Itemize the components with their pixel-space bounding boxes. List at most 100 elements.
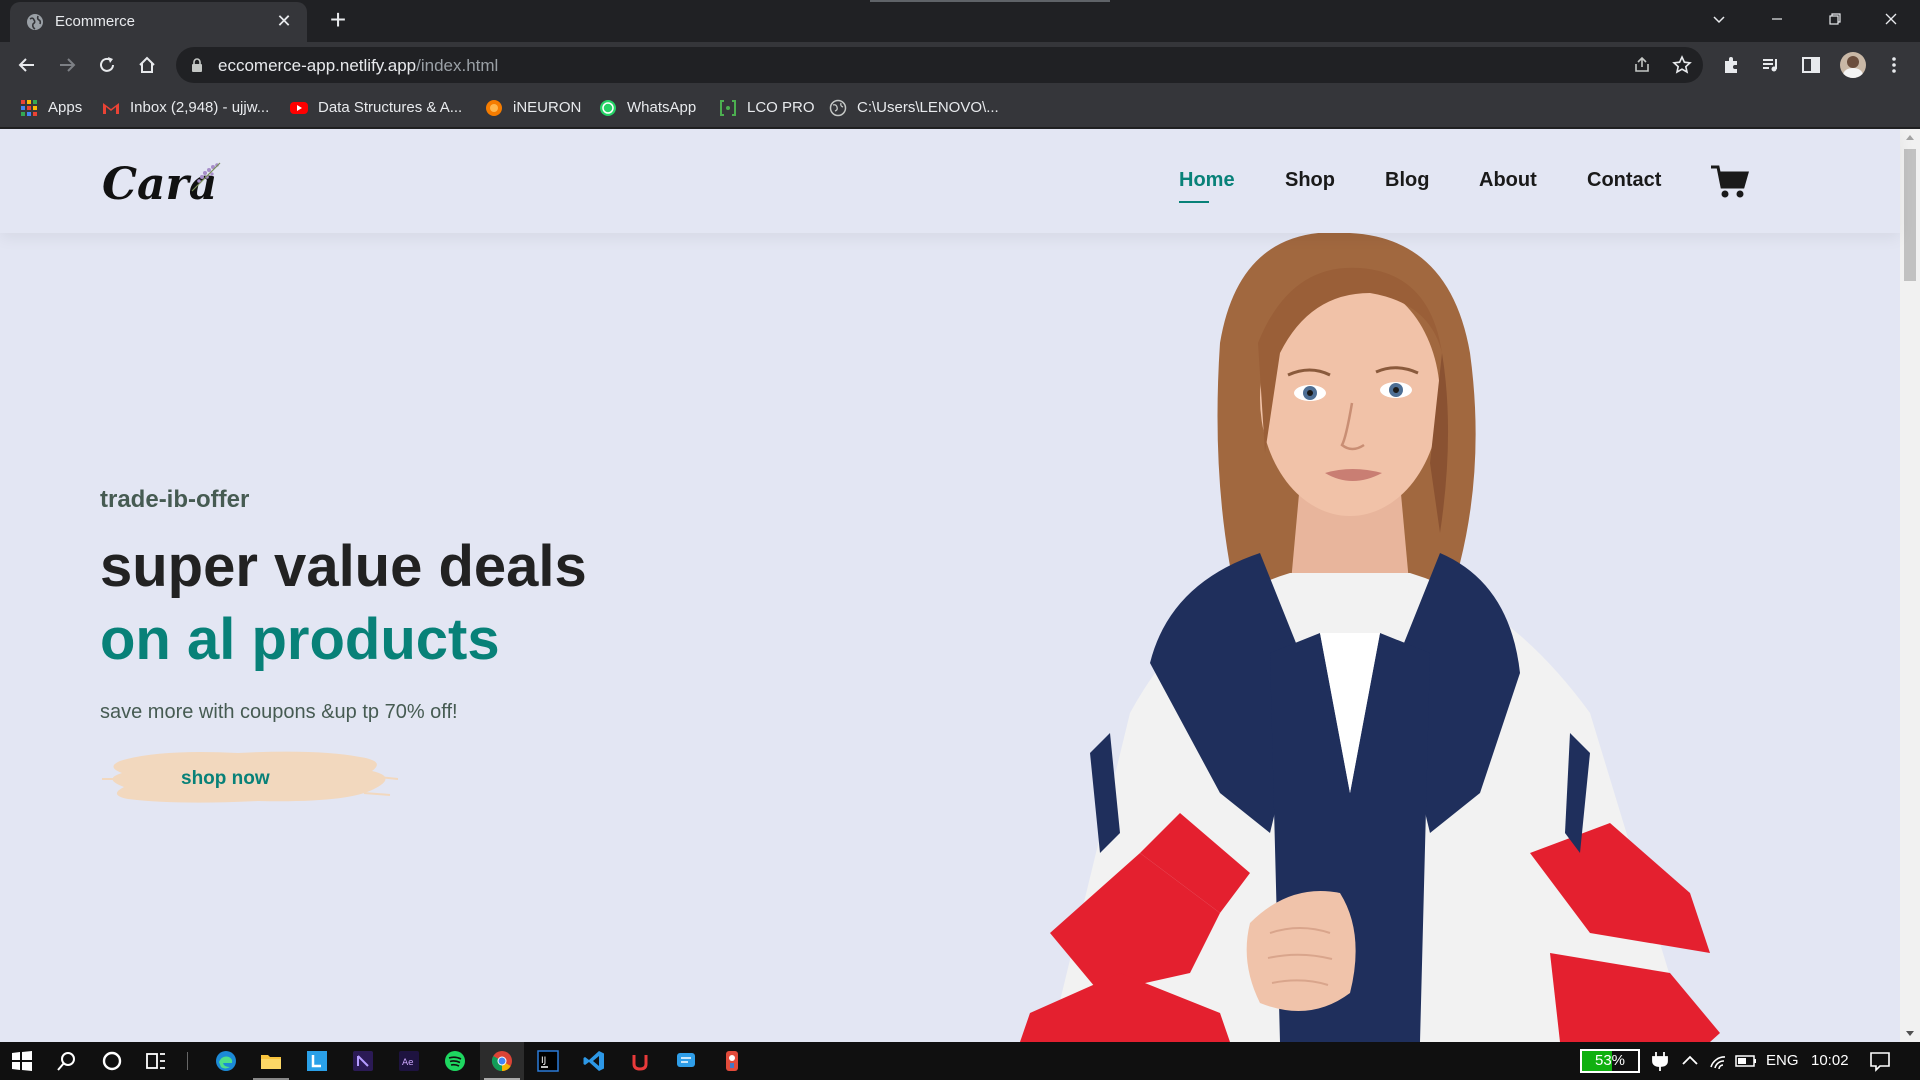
bookmark-label: iNEURON <box>513 99 582 116</box>
battery-icon[interactable] <box>1734 1049 1758 1073</box>
bookmark-label: LCO PRO <box>747 99 815 116</box>
hero-description: save more with coupons &up tp 70% off! <box>100 701 458 723</box>
battery-percent: 53% <box>1594 1052 1626 1069</box>
tab-search-icon[interactable] <box>1690 0 1748 38</box>
chevron-up-icon[interactable] <box>1678 1049 1702 1073</box>
browser-toolbar: eccomerce-app.netlify.app/index.html <box>0 42 1920 88</box>
bookmark-label: C:\Users\LENOVO\... <box>857 99 999 116</box>
windows-taskbar: Ae IJ 53% ENG 10:02 <box>0 1042 1920 1080</box>
bookmark-label: Data Structures & A... <box>318 99 463 116</box>
page-scrollbar[interactable] <box>1900 129 1920 1042</box>
edge-icon[interactable] <box>214 1049 238 1073</box>
gmail-icon <box>103 103 119 114</box>
vscode-icon[interactable] <box>582 1049 606 1073</box>
battery-indicator[interactable]: 53% <box>1580 1049 1640 1073</box>
arrow-left-icon <box>18 58 34 72</box>
minimize-button[interactable] <box>1748 0 1806 38</box>
youtube-icon <box>290 102 308 114</box>
language-indicator[interactable]: ENG <box>1766 1052 1799 1069</box>
globe-icon <box>829 99 847 117</box>
lco-icon <box>720 100 736 116</box>
whatsapp-icon <box>600 100 616 116</box>
clock-time[interactable]: 10:02 <box>1811 1052 1849 1069</box>
globe-icon <box>27 14 43 30</box>
browser-tab-bar: Ecommerce ✕ + <box>0 0 1920 42</box>
reload-icon <box>100 57 114 72</box>
nav-shop-link[interactable]: Shop <box>1285 169 1335 192</box>
plug-icon[interactable] <box>1648 1049 1672 1073</box>
back-button[interactable] <box>13 51 41 79</box>
hero-model-image <box>1020 233 1720 1042</box>
media-control-icon[interactable] <box>1761 55 1781 75</box>
notifications-icon[interactable] <box>1868 1049 1892 1073</box>
tab-close-icon[interactable]: ✕ <box>273 10 295 32</box>
side-panel-icon[interactable] <box>1801 55 1821 75</box>
logo-image: Cara <box>102 159 221 210</box>
scroll-down-arrow-icon[interactable] <box>1906 1031 1914 1036</box>
taskbar-divider <box>187 1052 188 1070</box>
app-icon[interactable] <box>720 1049 744 1073</box>
more-menu-icon[interactable] <box>1884 55 1904 75</box>
scrollbar-thumb[interactable] <box>1904 149 1916 281</box>
intellij-icon[interactable]: IJ <box>536 1049 560 1073</box>
url-text[interactable]: eccomerce-app.netlify.app/index.html <box>218 56 498 76</box>
premiere-style-icon[interactable] <box>351 1049 375 1073</box>
address-bar[interactable]: eccomerce-app.netlify.app/index.html <box>176 47 1703 83</box>
home-icon <box>139 56 155 73</box>
file-explorer-icon[interactable] <box>259 1049 283 1073</box>
url-path: /index.html <box>416 56 499 75</box>
tab-strip-divider <box>870 0 1110 2</box>
scroll-up-arrow-icon[interactable] <box>1906 135 1914 140</box>
task-view-icon[interactable] <box>144 1049 168 1073</box>
page-viewport: Cara Home Shop Blog About Contact trade-… <box>0 129 1920 1042</box>
messaging-app-icon[interactable] <box>674 1049 698 1073</box>
hero-section: trade-ib-offer super value deals on al p… <box>0 233 1900 1042</box>
shop-now-button[interactable]: shop now <box>98 743 398 813</box>
nav-home-link[interactable]: Home <box>1179 169 1235 203</box>
svg-text:Ae: Ae <box>402 1058 414 1068</box>
search-icon[interactable] <box>55 1049 79 1073</box>
lock-icon <box>192 58 202 72</box>
lightshot-icon[interactable] <box>305 1049 329 1073</box>
new-tab-button[interactable]: + <box>324 6 352 35</box>
extensions-icon[interactable] <box>1721 55 1741 75</box>
bookmark-label: WhatsApp <box>627 99 697 116</box>
windows-start-icon[interactable] <box>10 1049 34 1073</box>
shop-now-label: shop now <box>181 768 270 789</box>
url-host: eccomerce-app.netlify.app <box>218 56 417 75</box>
nav-blog-link[interactable]: Blog <box>1385 169 1429 192</box>
spotify-icon[interactable] <box>443 1049 467 1073</box>
bookmarks-bar: Apps Inbox (2,948) - ujjw... Data Struct… <box>0 88 1920 128</box>
hero-heading: super value deals <box>100 534 587 599</box>
active-nav-underline <box>1179 201 1209 203</box>
bookmark-label: Apps <box>48 99 83 116</box>
profile-avatar[interactable] <box>1840 52 1866 78</box>
logo-text: Cara <box>102 159 217 210</box>
shopping-cart-icon[interactable] <box>1711 165 1749 199</box>
reload-button[interactable] <box>93 51 121 79</box>
nav-contact-link[interactable]: Contact <box>1587 169 1661 192</box>
restore-button[interactable] <box>1806 0 1864 38</box>
cortana-icon[interactable] <box>100 1049 124 1073</box>
nav-home-label: Home <box>1179 169 1235 191</box>
hero-subtitle: trade-ib-offer <box>100 486 250 513</box>
close-window-button[interactable] <box>1862 0 1920 38</box>
forward-button[interactable] <box>53 51 81 79</box>
browser-tab[interactable]: Ecommerce ✕ <box>10 2 307 42</box>
home-button[interactable] <box>133 51 161 79</box>
share-icon[interactable] <box>1632 55 1652 75</box>
bookmark-star-icon[interactable] <box>1672 55 1692 75</box>
svg-text:IJ: IJ <box>541 1056 546 1066</box>
udemy-icon[interactable] <box>628 1049 652 1073</box>
site-header: Cara Home Shop Blog About Contact <box>0 129 1900 233</box>
hero-heading-accent: on al products <box>100 607 500 672</box>
wifi-icon[interactable] <box>1708 1049 1732 1073</box>
after-effects-icon[interactable]: Ae <box>397 1049 421 1073</box>
chrome-icon[interactable] <box>490 1049 514 1073</box>
ineuron-icon <box>486 100 502 116</box>
site-logo[interactable]: Cara <box>100 151 230 211</box>
tab-title: Ecommerce <box>55 13 136 30</box>
arrow-right-icon <box>60 58 76 72</box>
apps-grid-icon <box>21 100 37 116</box>
nav-about-link[interactable]: About <box>1479 169 1537 192</box>
